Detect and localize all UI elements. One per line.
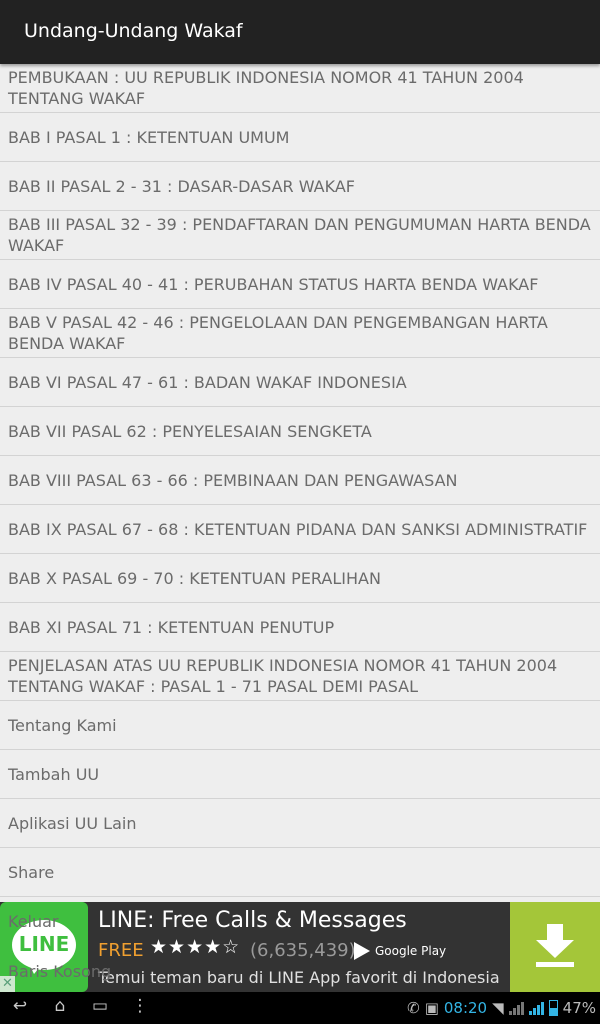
list-item-label: BAB VIII PASAL 63 - 66 : PEMBINAAN DAN P… — [8, 470, 458, 490]
list-item[interactable]: BAB VII PASAL 62 : PENYELESAIAN SENGKETA — [0, 407, 600, 456]
list-item[interactable]: BAB II PASAL 2 - 31 : DASAR-DASAR WAKAF — [0, 162, 600, 211]
list-item[interactable]: BAB IX PASAL 67 - 68 : KETENTUAN PIDANA … — [0, 505, 600, 554]
rating-stars-icon: ★★★★☆ — [150, 936, 241, 958]
list-item[interactable]: BAB V PASAL 42 - 46 : PENGELOLAAN DAN PE… — [0, 309, 600, 358]
line-logo-text: LINE — [18, 932, 70, 956]
list-item-label: BAB IX PASAL 67 - 68 : KETENTUAN PIDANA … — [8, 519, 588, 539]
back-icon[interactable]: ↩ — [8, 996, 32, 1020]
list-item-label: BAB V PASAL 42 - 46 : PENGELOLAAN DAN PE… — [8, 313, 548, 353]
battery-percent: 47% — [562, 999, 596, 1017]
list-item[interactable]: BAB III PASAL 32 - 39 : PENDAFTARAN DAN … — [0, 211, 600, 260]
list-item-label: BAB VII PASAL 62 : PENYELESAIAN SENGKETA — [8, 421, 372, 441]
list-item-label: BAB II PASAL 2 - 31 : DASAR-DASAR WAKAF — [8, 176, 355, 196]
list-item-empty-row[interactable]: Baris Kosong — [8, 962, 111, 981]
download-icon — [547, 924, 563, 940]
list-item-label: BAB I PASAL 1 : KETENTUAN UMUM — [8, 127, 290, 147]
app-title: Undang-Undang Wakaf — [24, 20, 243, 42]
overflow-menu-icon[interactable]: ⋮ — [130, 996, 150, 1020]
wifi-icon: ◥ — [492, 999, 504, 1017]
list-item[interactable]: BAB IV PASAL 40 - 41 : PERUBAHAN STATUS … — [0, 260, 600, 309]
list-item-label: BAB III PASAL 32 - 39 : PENDAFTARAN DAN … — [8, 215, 591, 255]
ad-description: Temui teman baru di LINE App favorit di … — [98, 968, 500, 987]
download-button[interactable] — [510, 902, 600, 992]
bbm-icon: ▣ — [424, 999, 439, 1017]
list-item-label: PEMBUKAAN : UU REPUBLIK INDONESIA NOMOR … — [8, 68, 524, 108]
ad-price: FREE — [98, 940, 144, 961]
system-nav-bar: ↩ ⌂ ▭ ⋮ ✆ ▣ 08:20 ◥ 47% — [0, 992, 600, 1024]
ad-close-icon[interactable]: ✕ — [0, 976, 15, 992]
list-item-share[interactable]: Share — [0, 848, 600, 897]
clock: 08:20 — [443, 999, 488, 1017]
list-item[interactable]: BAB X PASAL 69 - 70 : KETENTUAN PERALIHA… — [0, 554, 600, 603]
list-item[interactable]: PEMBUKAAN : UU REPUBLIK INDONESIA NOMOR … — [0, 64, 600, 113]
list-item-label: BAB XI PASAL 71 : KETENTUAN PENUTUP — [8, 617, 335, 637]
whatsapp-icon: ✆ — [407, 999, 420, 1017]
list-item-label: Tentang Kami — [8, 715, 117, 735]
list-item-about[interactable]: Tentang Kami — [0, 701, 600, 750]
signal-sim2-icon — [528, 1001, 544, 1015]
store-label: Google Play — [375, 944, 447, 958]
list-item[interactable]: PENJELASAN ATAS UU REPUBLIK INDONESIA NO… — [0, 652, 600, 701]
rating-count: (6,635,439) — [250, 940, 356, 961]
list-item-label: BAB VI PASAL 47 - 61 : BADAN WAKAF INDON… — [8, 372, 407, 392]
list-item[interactable]: BAB I PASAL 1 : KETENTUAN UMUM — [0, 113, 600, 162]
list-item-other-apps[interactable]: Aplikasi UU Lain — [0, 799, 600, 848]
list-item[interactable]: BAB VI PASAL 47 - 61 : BADAN WAKAF INDON… — [0, 358, 600, 407]
app-bar: Undang-Undang Wakaf — [0, 0, 600, 64]
list-item-label: BAB X PASAL 69 - 70 : KETENTUAN PERALIHA… — [8, 568, 381, 588]
list-item-label: BAB IV PASAL 40 - 41 : PERUBAHAN STATUS … — [8, 274, 539, 294]
signal-sim1-icon — [508, 1001, 524, 1015]
home-icon[interactable]: ⌂ — [48, 996, 72, 1020]
battery-icon — [548, 1000, 558, 1016]
play-store-icon — [354, 942, 370, 960]
chapter-list: PEMBUKAAN : UU REPUBLIK INDONESIA NOMOR … — [0, 64, 600, 897]
list-item-exit[interactable]: Keluar — [8, 912, 59, 931]
list-item-label: Tambah UU — [8, 764, 100, 784]
list-item-label: Aplikasi UU Lain — [8, 813, 137, 833]
list-item[interactable]: BAB XI PASAL 71 : KETENTUAN PENUTUP — [0, 603, 600, 652]
list-item-label: Share — [8, 862, 55, 882]
list-item-add-law[interactable]: Tambah UU — [0, 750, 600, 799]
list-item[interactable]: BAB VIII PASAL 63 - 66 : PEMBINAAN DAN P… — [0, 456, 600, 505]
google-play-badge: Google Play — [354, 942, 446, 960]
ad-title: LINE: Free Calls & Messages — [98, 908, 407, 933]
status-area: ✆ ▣ 08:20 ◥ 47% — [407, 996, 596, 1020]
list-item-label: PENJELASAN ATAS UU REPUBLIK INDONESIA NO… — [8, 656, 558, 696]
recents-icon[interactable]: ▭ — [88, 996, 112, 1020]
